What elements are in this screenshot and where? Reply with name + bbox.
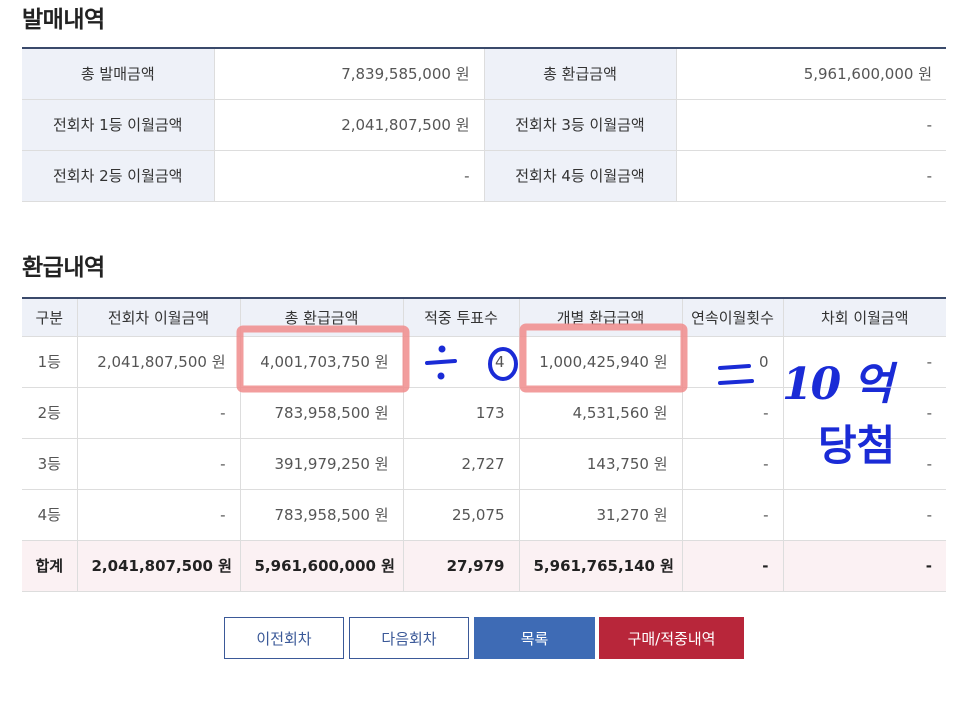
table-row: 3등 - 391,979,250 원 2,727 143,750 원 - - — [22, 438, 946, 490]
table-row: 전회차 2등 이월금액 - 전회차 4등 이월금액 - — [22, 150, 946, 202]
table-cell: - — [782, 540, 946, 592]
carryover-3rd-label: 전회차 3등 이월금액 — [483, 99, 676, 151]
table-row: 4등 - 783,958,500 원 25,075 31,270 원 - - — [22, 489, 946, 541]
carryover-2nd-label: 전회차 2등 이월금액 — [22, 150, 214, 202]
col-header-next-carryover: 차회 이월금액 — [782, 298, 946, 337]
carryover-4th-value: - — [675, 150, 946, 202]
col-header-rank: 구분 — [22, 298, 77, 337]
table-cell: 4 — [402, 336, 519, 388]
col-header-prev-carryover: 전회차 이월금액 — [76, 298, 240, 337]
table-cell: 3등 — [22, 438, 77, 490]
carryover-3rd-value: - — [675, 99, 946, 151]
purchase-history-button[interactable]: 구매/적중내역 — [599, 617, 744, 659]
table-cell: 5,961,600,000 원 — [239, 540, 403, 592]
table-cell: - — [76, 489, 240, 541]
sales-summary-table: 총 발매금액 7,839,585,000 원 총 환급금액 5,961,600,… — [22, 47, 946, 202]
refund-table: 구분 전회차 이월금액 총 환급금액 적중 투표수 개별 환급금액 연속이월횟수… — [22, 297, 946, 592]
table-cell: 0 — [681, 336, 783, 388]
col-header-total-refund: 총 환급금액 — [239, 298, 403, 337]
table-row: 총 발매금액 7,839,585,000 원 총 환급금액 5,961,600,… — [22, 48, 946, 100]
table-cell: - — [681, 387, 783, 439]
table-cell: 4,001,703,750 원 — [239, 336, 403, 388]
table-cell: - — [76, 387, 240, 439]
sales-section-title: 발매내역 — [22, 7, 105, 33]
next-round-button[interactable]: 다음회차 — [349, 617, 469, 659]
total-refund-label: 총 환급금액 — [483, 48, 676, 100]
col-header-consecutive-carryover: 연속이월횟수 — [681, 298, 783, 337]
table-cell: 173 — [402, 387, 519, 439]
table-cell: 2,041,807,500 원 — [76, 540, 240, 592]
table-cell: - — [681, 540, 783, 592]
table-cell: 2등 — [22, 387, 77, 439]
carryover-2nd-value: - — [213, 150, 484, 202]
carryover-4th-label: 전회차 4등 이월금액 — [483, 150, 676, 202]
table-total-row: 합계 2,041,807,500 원 5,961,600,000 원 27,97… — [22, 540, 946, 592]
refund-section-title: 환급내역 — [22, 255, 105, 281]
table-cell: 143,750 원 — [518, 438, 682, 490]
table-cell: 합계 — [22, 540, 77, 592]
table-cell: 391,979,250 원 — [239, 438, 403, 490]
total-refund-value: 5,961,600,000 원 — [675, 48, 946, 100]
table-cell: 1등 — [22, 336, 77, 388]
table-cell: 4등 — [22, 489, 77, 541]
table-header-row: 구분 전회차 이월금액 총 환급금액 적중 투표수 개별 환급금액 연속이월횟수… — [22, 298, 946, 337]
table-cell: - — [681, 489, 783, 541]
table-cell: 5,961,765,140 원 — [518, 540, 682, 592]
table-cell: 27,979 — [402, 540, 519, 592]
table-cell: 783,958,500 원 — [239, 387, 403, 439]
col-header-winning-votes: 적중 투표수 — [402, 298, 519, 337]
carryover-1st-label: 전회차 1등 이월금액 — [22, 99, 214, 151]
table-cell: 1,000,425,940 원 — [518, 336, 682, 388]
handwritten-win: 당첨 — [818, 421, 896, 470]
table-cell: 2,727 — [402, 438, 519, 490]
table-cell: - — [782, 489, 946, 541]
col-header-individual-refund: 개별 환급금액 — [518, 298, 682, 337]
carryover-1st-value: 2,041,807,500 원 — [213, 99, 484, 151]
table-cell: 4,531,560 원 — [518, 387, 682, 439]
table-cell: 25,075 — [402, 489, 519, 541]
list-button[interactable]: 목록 — [474, 617, 595, 659]
table-cell: 31,270 원 — [518, 489, 682, 541]
prev-round-button[interactable]: 이전회차 — [224, 617, 344, 659]
table-cell: 783,958,500 원 — [239, 489, 403, 541]
table-cell: - — [76, 438, 240, 490]
handwritten-amount: 10 억 — [782, 359, 893, 410]
total-sales-label: 총 발매금액 — [22, 48, 214, 100]
table-cell: - — [681, 438, 783, 490]
table-cell: 2,041,807,500 원 — [76, 336, 240, 388]
total-sales-value: 7,839,585,000 원 — [213, 48, 484, 100]
table-row: 전회차 1등 이월금액 2,041,807,500 원 전회차 3등 이월금액 … — [22, 99, 946, 151]
